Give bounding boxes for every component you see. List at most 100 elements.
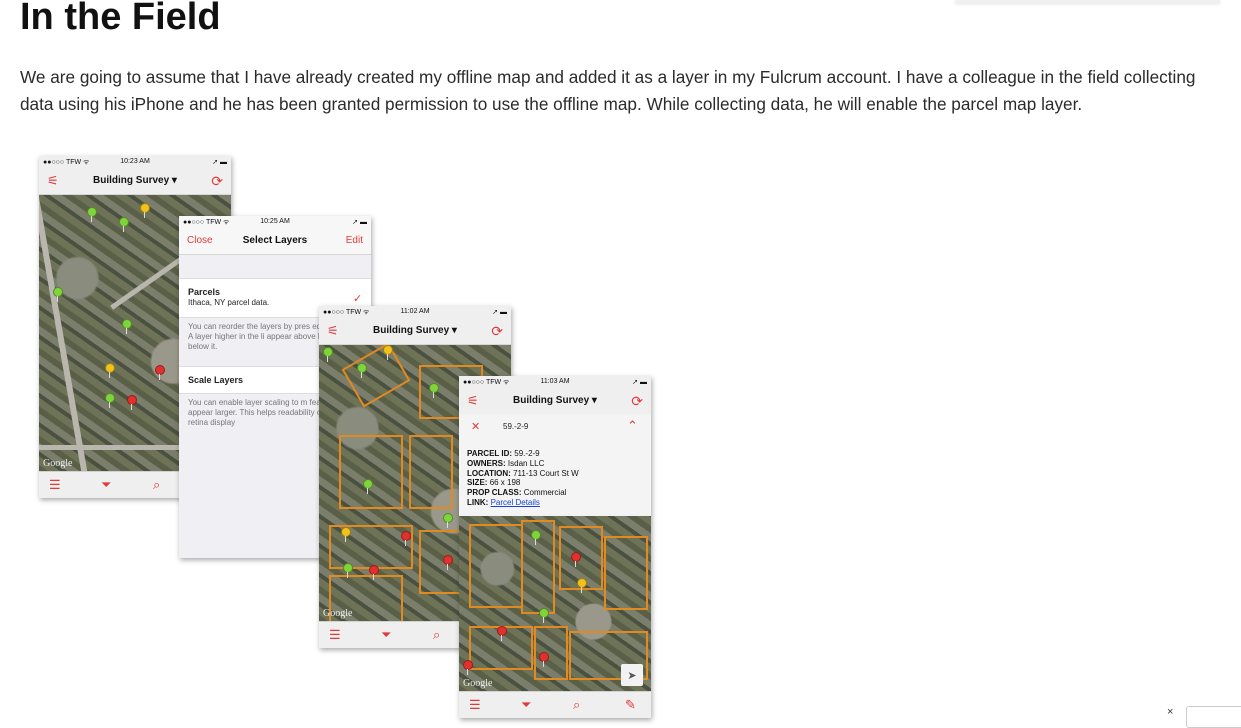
list-icon[interactable]: ☰ [329, 627, 341, 643]
nav-bar: ⚟ Building Survey ▾ ⟳ [319, 318, 511, 345]
map-pin[interactable] [155, 365, 165, 380]
parcel-outline [409, 435, 453, 509]
edit-button[interactable]: Edit [346, 235, 363, 246]
layer-name: Parcels [188, 287, 221, 297]
map-pin[interactable] [140, 203, 150, 218]
layer-description: Ithaca, NY parcel data. [188, 298, 270, 307]
intro-paragraph: We are going to assume that I have alrea… [20, 67, 1196, 114]
parcel-short-id: 59.-2-9 [503, 422, 529, 431]
battery-icon: ➚ ▬ [632, 379, 647, 386]
phone-screenshot-parcel-info: ●●○○○ TFW ᯤ 11:03 AM ➚ ▬ ⚟ Building Surv… [459, 376, 651, 718]
location-arrow-icon: ➤ [627, 670, 637, 682]
status-bar: ●●○○○ TFW ᯤ 10:25 AM ➚ ▬ [179, 216, 371, 228]
clock: 10:25 AM [260, 218, 290, 225]
scale-layers-label: Scale Layers [188, 375, 244, 385]
map-pin[interactable] [87, 207, 97, 222]
refresh-icon[interactable]: ⟳ [491, 323, 503, 340]
map-pin[interactable] [497, 626, 507, 641]
parcel-outline [604, 536, 648, 610]
clock: 11:03 AM [540, 378, 570, 385]
filter-icon[interactable]: ⏷ [101, 477, 111, 493]
map-pin[interactable] [401, 531, 411, 546]
map-pin[interactable] [122, 319, 132, 334]
google-attribution: Google [43, 458, 73, 469]
clock: 10:23 AM [120, 158, 150, 165]
google-attribution: Google [323, 608, 353, 619]
pencil-icon[interactable]: ✎ [625, 697, 636, 713]
status-bar: ●●○○○ TFW ᯤ 11:03 AM ➚ ▬ [459, 376, 651, 388]
corner-widget[interactable] [1186, 706, 1241, 728]
map-pin[interactable] [577, 578, 587, 593]
search-icon[interactable]: ⌕ [153, 477, 160, 493]
clock: 11:02 AM [400, 308, 430, 315]
refresh-icon[interactable]: ⟳ [631, 393, 643, 410]
road [39, 196, 92, 472]
map-pin[interactable] [463, 660, 473, 675]
status-bar: ●●○○○ TFW ᯤ 10:23 AM ➚ ▬ [39, 156, 231, 168]
map-pin[interactable] [119, 217, 129, 232]
parcel-id-label: PARCEL ID: [467, 449, 513, 458]
nav-bar: ⚟ Building Survey ▾ ⟳ [459, 388, 651, 415]
map-pin[interactable] [429, 383, 439, 398]
top-right-shadow-bar [955, 0, 1220, 3]
close-icon[interactable]: ✕ [471, 420, 480, 433]
list-icon[interactable]: ☰ [49, 477, 61, 493]
map-pin[interactable] [53, 287, 63, 302]
bottom-toolbar: ☰ ⏷ ⌕ ✎ [459, 691, 651, 718]
parcel-info-panel: ✕ 59.-2-9 ⌃ PARCEL ID: 59.-2-9 OWNERS: I… [459, 414, 651, 514]
satellite-map-with-parcels[interactable]: ➤ Google [459, 516, 651, 692]
chevron-up-icon[interactable]: ⌃ [627, 418, 638, 434]
map-pin[interactable] [539, 652, 549, 667]
prop-class-label: PROP CLASS: [467, 488, 522, 498]
refresh-icon[interactable]: ⟳ [211, 173, 223, 190]
locate-button[interactable]: ➤ [621, 664, 643, 686]
size-label: SIZE: [467, 478, 488, 488]
nav-title: Select Layers [242, 235, 308, 246]
map-pin[interactable] [357, 363, 367, 378]
search-icon[interactable]: ⌕ [433, 627, 440, 643]
nav-bar: ⚟ Building Survey ▾ ⟳ [39, 168, 231, 195]
battery-icon: ➚ ▬ [492, 309, 507, 316]
battery-icon: ➚ ▬ [352, 219, 367, 226]
location-value: 711-13 Court St W [513, 468, 579, 478]
map-pin[interactable] [383, 345, 393, 360]
nav-bar: Close Select Layers Edit [179, 228, 371, 255]
dismiss-icon[interactable]: × [1167, 706, 1173, 718]
owners-label: OWNERS: [467, 458, 506, 468]
map-pin[interactable] [369, 565, 379, 580]
map-pin[interactable] [443, 513, 453, 528]
parcel-attributes: PARCEL ID: 59.-2-9 OWNERS: Isdan LLC LOC… [467, 449, 579, 508]
prop-class-value: Commercial [523, 488, 567, 498]
battery-icon: ➚ ▬ [212, 159, 227, 166]
page-heading: In the Field [20, 0, 221, 38]
map-pin[interactable] [341, 527, 351, 542]
location-label: LOCATION: [467, 468, 511, 478]
parcel-outline [341, 345, 411, 408]
nav-title[interactable]: Building Survey ▾ [319, 325, 511, 336]
map-pin[interactable] [531, 530, 541, 545]
parcel-outline [339, 435, 403, 509]
filter-icon[interactable]: ⏷ [381, 627, 391, 643]
status-bar: ●●○○○ TFW ᯤ 11:02 AM ➚ ▬ [319, 306, 511, 318]
map-pin[interactable] [571, 552, 581, 567]
nav-title[interactable]: Building Survey ▾ [39, 175, 231, 186]
map-pin[interactable] [105, 363, 115, 378]
map-pin[interactable] [323, 347, 333, 362]
list-icon[interactable]: ☰ [469, 697, 481, 713]
google-attribution: Google [463, 678, 493, 689]
map-pin[interactable] [105, 393, 115, 408]
parcel-id-value: 59.-2-9 [514, 449, 540, 458]
check-icon: ✓ [353, 293, 363, 305]
map-pin[interactable] [127, 395, 137, 410]
map-pin[interactable] [539, 608, 549, 623]
map-pin[interactable] [443, 555, 453, 570]
filter-icon[interactable]: ⏷ [521, 697, 531, 713]
nav-title[interactable]: Building Survey ▾ [459, 395, 651, 406]
search-icon[interactable]: ⌕ [573, 697, 580, 713]
size-value: 66 x 198 [489, 478, 521, 488]
map-pin[interactable] [343, 563, 353, 578]
parcel-details-link[interactable]: Parcel Details [491, 498, 540, 507]
owners-value: Isdan LLC [507, 458, 545, 468]
map-pin[interactable] [363, 479, 373, 494]
link-label: LINK: [467, 497, 489, 507]
